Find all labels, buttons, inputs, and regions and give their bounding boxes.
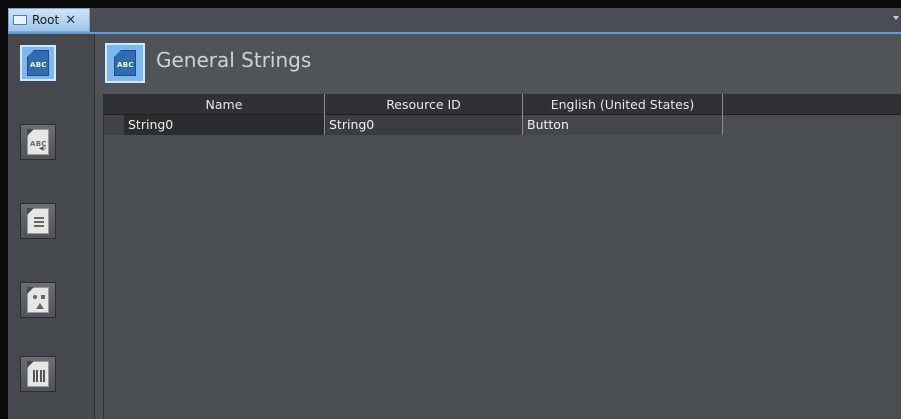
strings-table: Name Resource ID English (United States)…: [103, 94, 901, 419]
page-title: General Strings: [156, 48, 312, 72]
column-header-english[interactable]: English (United States): [523, 94, 723, 115]
abc-document-icon: ABC: [105, 43, 145, 83]
sidebar-item-shapes[interactable]: [20, 282, 56, 318]
cell-english[interactable]: Button: [523, 115, 723, 135]
cell-resource-id[interactable]: String0: [325, 115, 523, 135]
tab-root[interactable]: Root ✕: [8, 8, 90, 32]
table-row[interactable]: String0 String0 Button: [104, 115, 901, 135]
window-icon: [13, 15, 27, 25]
sidebar-item-audio-strings[interactable]: ABC ◀): [20, 124, 56, 160]
sidebar-item-lists[interactable]: [20, 203, 56, 239]
table-header: Name Resource ID English (United States): [104, 94, 901, 115]
tab-strip: Root ✕: [8, 8, 901, 32]
sidebar: ABC ABC ◀): [8, 34, 95, 419]
close-icon[interactable]: ✕: [65, 13, 76, 28]
list-document-icon: [27, 208, 49, 234]
sidebar-item-images[interactable]: [20, 356, 56, 392]
row-selector[interactable]: [104, 115, 124, 135]
column-header-resource-id[interactable]: Resource ID: [325, 94, 523, 115]
abc-document-icon: ABC: [27, 50, 49, 76]
cell-name[interactable]: String0: [124, 115, 325, 135]
abc-speaker-document-icon: ABC ◀): [27, 129, 49, 155]
tab-label: Root: [32, 13, 60, 27]
main-panel: ABC General Strings Name Resource ID Eng…: [95, 34, 901, 419]
sidebar-item-general-strings[interactable]: ABC: [20, 45, 56, 81]
tab-menu-arrow-icon[interactable]: [893, 16, 899, 20]
page-header: ABC General Strings: [95, 34, 901, 94]
column-header-name[interactable]: Name: [124, 94, 325, 115]
image-document-icon: [27, 361, 49, 387]
app-frame: Root ✕ ABC ABC ◀) ABC General Strings Na…: [0, 0, 901, 419]
shapes-document-icon: [27, 287, 49, 313]
